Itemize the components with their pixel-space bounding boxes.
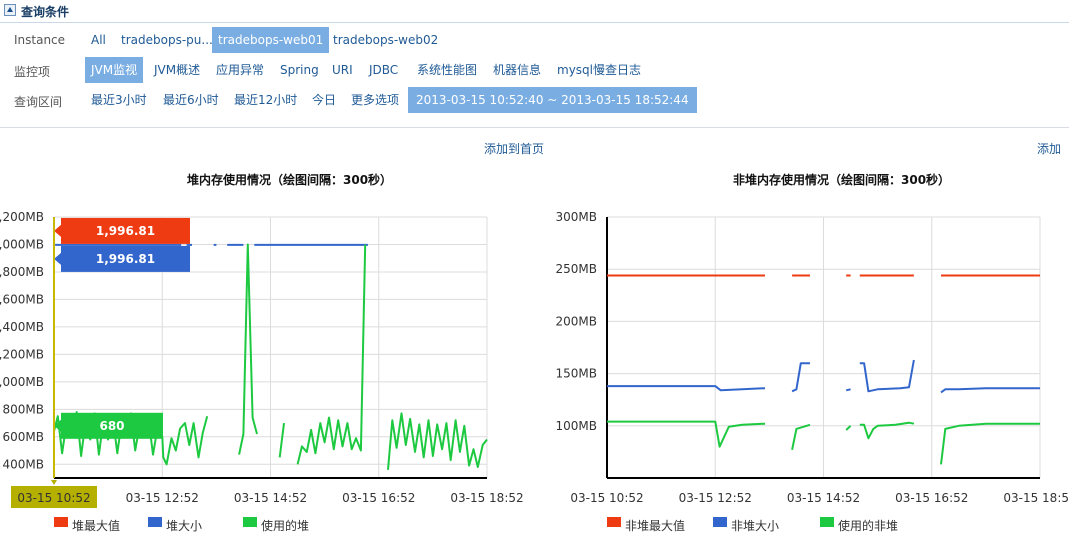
heap-tooltip-pointer-0 xyxy=(54,224,61,237)
nonheap-series-1-line xyxy=(940,387,1040,394)
heap-series-2-line xyxy=(387,412,488,470)
nonheap-x-tick-label: 03-15 14:52 xyxy=(787,491,860,505)
heap-y-tick-label: 800MB xyxy=(3,402,45,416)
heap-x-tick-label: 03-15 18:52 xyxy=(450,491,523,505)
legend-nonheap-used[interactable]: 使用的非堆 xyxy=(820,517,898,533)
legend-label: 非堆最大值 xyxy=(625,519,686,533)
heap-y-tick-label: 1,600MB xyxy=(0,292,44,306)
nonheap-series-1-line xyxy=(859,359,915,393)
nonheap-series-2-line xyxy=(859,421,915,440)
legend-heap-max[interactable]: 堆最大值 xyxy=(54,517,120,533)
legend-label: 非堆大小 xyxy=(731,519,780,533)
heap-crosshair-label: 03-15 10:52 xyxy=(17,491,90,505)
legend-swatch-heap-used xyxy=(243,517,257,527)
heap-tooltip-value-0: 1,996.81 xyxy=(96,224,155,238)
nonheap-series-1-line xyxy=(791,362,810,393)
heap-y-tick-label: 400MB xyxy=(3,457,45,471)
nonheap-series-2-line xyxy=(845,425,852,431)
heap-series-2-line xyxy=(238,243,258,455)
heap-y-tick-label: 1,000MB xyxy=(0,375,44,389)
nonheap-y-tick-label: 100MB xyxy=(556,419,598,433)
heap-y-tick-label: 600MB xyxy=(3,430,45,444)
nonheap-x-tick-label: 03-15 12:52 xyxy=(679,491,752,505)
legend-swatch-nonheap-max xyxy=(607,517,621,527)
nonheap-y-tick-label: 150MB xyxy=(556,367,598,381)
heap-y-tick-label: 2,000MB xyxy=(0,237,44,251)
nonheap-y-tick-label: 200MB xyxy=(556,314,598,328)
heap-x-tick-label: 03-15 12:52 xyxy=(126,491,199,505)
legend-nonheap-max[interactable]: 非堆最大值 xyxy=(607,517,685,533)
legend-label: 使用的堆 xyxy=(261,519,310,533)
nonheap-series-1-line xyxy=(607,385,766,392)
legend-swatch-nonheap-used xyxy=(820,517,834,527)
heap-tooltip-pointer-1 xyxy=(54,252,61,265)
legend-nonheap-committed[interactable]: 非堆大小 xyxy=(713,517,779,533)
legend-label: 堆最大值 xyxy=(72,519,121,533)
legend-label: 使用的非堆 xyxy=(838,519,899,533)
nonheap-series-2-line xyxy=(791,423,811,451)
legend-heap-committed[interactable]: 堆大小 xyxy=(148,517,202,533)
heap-y-tick-label: 1,800MB xyxy=(0,265,44,279)
heap-x-tick-label: 03-15 14:52 xyxy=(234,491,307,505)
legend-swatch-nonheap-committed xyxy=(713,517,727,527)
nonheap-series-2-line xyxy=(940,422,1040,465)
nonheap-x-tick-label: 03-15 18:52 xyxy=(1003,491,1069,505)
heap-series-2-line xyxy=(278,422,285,458)
legend-swatch-heap-max xyxy=(54,517,68,527)
memory-charts-svg: 400MB 600MB 800MB 1,000MB 1,200MB 1,400MB 1,60… xyxy=(0,210,1069,508)
heap-crosshair-marker xyxy=(51,480,57,485)
nonheap-x-tick-label: 03-15 10:52 xyxy=(570,491,643,505)
nonheap-y-tick-label: 300MB xyxy=(556,210,598,224)
heap-y-tick-label: 1,400MB xyxy=(0,320,44,334)
heap-y-tick-label: 2,200MB xyxy=(0,210,44,224)
heap-y-tick-label: 1,200MB xyxy=(0,347,44,361)
nonheap-series-1-line xyxy=(845,388,851,392)
legend-label: 堆大小 xyxy=(166,519,203,533)
nonheap-y-tick-label: 250MB xyxy=(556,262,598,276)
nonheap-x-tick-label: 03-15 16:52 xyxy=(895,491,968,505)
legend-heap-used[interactable]: 使用的堆 xyxy=(243,517,309,533)
heap-x-tick-label: 03-15 16:52 xyxy=(342,491,415,505)
legend-swatch-heap-committed xyxy=(148,517,162,527)
heap-tooltip-value-1: 1,996.81 xyxy=(96,252,155,266)
heap-tooltip-value-2: 680 xyxy=(99,419,124,433)
